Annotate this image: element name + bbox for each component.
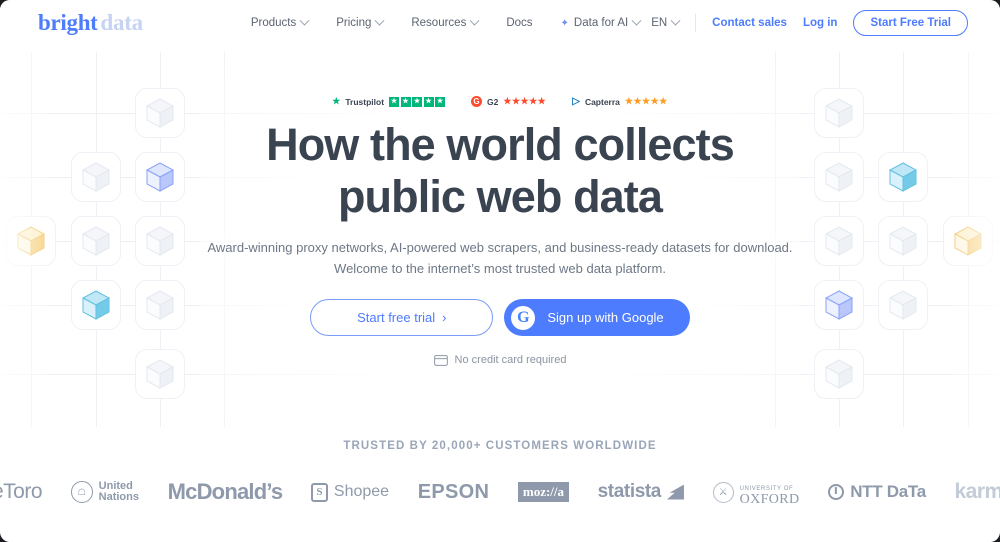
brand-logo[interactable]: bright data: [38, 10, 143, 36]
logo-karma-text: karma: [954, 480, 1000, 503]
headline-line-2: public web data: [337, 171, 663, 222]
credit-card-icon: [433, 354, 448, 366]
oxford-crest-icon: ⚔: [712, 481, 734, 503]
language-selector-label: EN: [651, 17, 668, 29]
statista-mark-icon: [666, 484, 684, 500]
logo-karma: karma: [955, 480, 1000, 504]
logo-etoro: eToro: [0, 480, 43, 504]
sign-up-with-google-button[interactable]: G Sign up with Google: [504, 299, 690, 336]
chevron-down-icon: [299, 15, 310, 26]
arrow-right-icon: ›: [442, 310, 447, 325]
logo-etoro-text: eToro: [0, 480, 43, 503]
language-selector[interactable]: EN: [651, 15, 681, 29]
logo-epson: EPSON: [418, 481, 490, 504]
review-badges: ★ Trustpilot ★ ★ ★ ★ ★ G G2 ★★★★★ ▷ Capt…: [0, 96, 1000, 107]
logo-oxford-line-2: OXFORD: [739, 491, 800, 507]
nav-item-resources[interactable]: Resources: [411, 15, 480, 29]
logo-oxford-text: UNIVERSITY OF OXFORD: [739, 481, 800, 507]
united-nations-seal-icon: ☖: [70, 481, 93, 503]
nav-item-products[interactable]: Products: [250, 15, 310, 29]
headline-line-1: How the world collects: [266, 119, 735, 170]
trustpilot-star-icon: ★: [332, 96, 341, 106]
logo-united-nations-line-1: United: [98, 479, 133, 492]
start-free-trial-cta-button[interactable]: Start free trial ›: [310, 299, 494, 336]
logo-united-nations-line-2: Nations: [98, 491, 139, 503]
chevron-down-icon: [469, 15, 480, 26]
chevron-down-icon: [670, 15, 681, 26]
google-logo-icon: G: [511, 305, 536, 330]
star-icon: ★: [423, 96, 434, 107]
logo-ntt-data: NTT DaTa: [828, 482, 926, 502]
main-navigation: Products Pricing Resources Docs ✦ Data f…: [250, 15, 642, 29]
logo-shopee-text: Shopee: [333, 483, 390, 500]
nav-item-docs[interactable]: Docs: [506, 17, 532, 29]
logo-ntt-data-text: NTT DaTa: [850, 482, 926, 501]
customer-logos: eToro ☖ United Nations McDonald’s S Shop…: [0, 468, 1000, 516]
trustpilot-rating-stars: ★ ★ ★ ★ ★: [389, 96, 446, 107]
g2-label: G2: [487, 96, 499, 107]
contact-sales-link[interactable]: Contact sales: [712, 17, 787, 29]
nav-item-products-label: Products: [250, 17, 297, 29]
start-free-trial-button[interactable]: Start Free Trial: [853, 10, 968, 36]
hero-cta-row: Start free trial › G Sign up with Google: [0, 299, 1000, 336]
hero-subtitle-line-1: Award-winning proxy networks, AI-powered…: [207, 240, 793, 255]
logo-epson-text: EPSON: [417, 480, 490, 503]
capterra-label: Capterra: [584, 96, 620, 107]
nav-item-pricing-label: Pricing: [336, 17, 372, 29]
sparkle-icon: ✦: [560, 17, 569, 29]
hero-subtitle-line-2: Welcome to the internet’s most trusted w…: [334, 261, 666, 276]
header-divider: [695, 14, 697, 32]
nav-item-docs-label: Docs: [506, 17, 533, 29]
chevron-down-icon: [374, 15, 385, 26]
nav-item-pricing[interactable]: Pricing: [336, 15, 385, 29]
nav-item-data-for-ai-label: Data for AI: [573, 17, 629, 29]
star-icon: ★: [389, 96, 400, 107]
logo-mozilla-text: moz://a: [517, 482, 570, 502]
page-title: How the world collects public web data: [0, 119, 1000, 223]
logo-shopee: S Shopee: [310, 482, 390, 502]
g2-badge[interactable]: G G2 ★★★★★: [471, 96, 546, 107]
star-icon: ★: [435, 96, 446, 107]
star-icon: ★: [400, 96, 411, 107]
trusted-by-section: TRUSTED BY 20,000+ CUSTOMERS WORLDWIDE: [0, 440, 1000, 452]
capterra-logo-icon: ▷: [572, 96, 580, 107]
hero-subtitle: Award-winning proxy networks, AI-powered…: [0, 237, 1000, 279]
trusted-by-title: TRUSTED BY 20,000+ CUSTOMERS WORLDWIDE: [343, 440, 657, 452]
brand-logo-bright: bright: [38, 10, 98, 35]
header-actions: EN Contact sales Log in Start Free Trial: [651, 10, 968, 36]
logo-oxford: ⚔ UNIVERSITY OF OXFORD: [712, 481, 800, 507]
g2-logo-icon: G: [471, 96, 483, 107]
nav-item-resources-label: Resources: [411, 17, 467, 29]
no-credit-card-label: No credit card required: [454, 354, 567, 366]
trustpilot-label: Trustpilot: [345, 96, 385, 107]
no-credit-card-note: No credit card required: [0, 354, 1000, 366]
star-icon: ★: [412, 96, 423, 107]
ntt-data-mark-icon: [828, 484, 845, 500]
g2-rating-stars: ★★★★★: [503, 96, 547, 106]
logo-united-nations-text: United Nations: [98, 479, 139, 504]
log-in-link[interactable]: Log in: [803, 17, 838, 29]
nav-item-data-for-ai[interactable]: ✦ Data for AI: [560, 15, 642, 29]
browser-page: bright data Products Pricing Resources Do…: [0, 0, 1000, 542]
logo-mcdonalds-text: McDonald’s: [167, 479, 283, 504]
brand-logo-data: data: [100, 10, 144, 35]
chevron-down-icon: [631, 15, 642, 26]
site-header: bright data Products Pricing Resources Do…: [0, 0, 1000, 46]
capterra-rating-stars: ★★★★★: [624, 96, 668, 106]
logo-united-nations: ☖ United Nations: [70, 479, 139, 504]
logo-mozilla: moz://a: [517, 482, 570, 502]
logo-statista: statista: [598, 481, 684, 503]
logo-statista-text: statista: [597, 481, 662, 502]
capterra-badge[interactable]: ▷ Capterra ★★★★★: [572, 96, 668, 107]
start-free-trial-cta-label: Start free trial: [357, 310, 436, 325]
sign-up-with-google-label: Sign up with Google: [547, 310, 664, 325]
shopee-bag-icon: S: [310, 482, 328, 502]
hero-section: ★ Trustpilot ★ ★ ★ ★ ★ G G2 ★★★★★ ▷ Capt…: [0, 46, 1000, 366]
logo-mcdonalds: McDonald’s: [168, 479, 283, 505]
trustpilot-badge[interactable]: ★ Trustpilot ★ ★ ★ ★ ★: [332, 96, 446, 107]
